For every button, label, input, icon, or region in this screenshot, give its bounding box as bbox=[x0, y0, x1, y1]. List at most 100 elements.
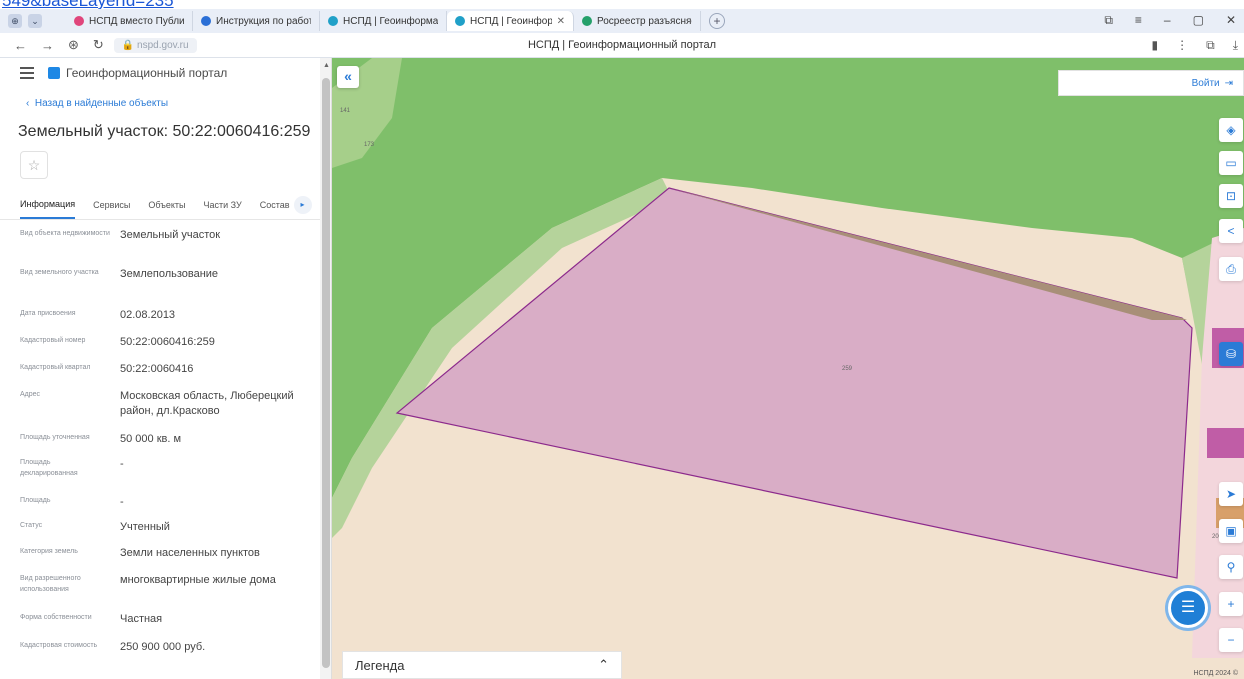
forward-arrow-icon[interactable]: → bbox=[41, 38, 54, 53]
browser-left-controls: ⊕ ⌄ bbox=[0, 14, 66, 28]
attribute-value: Учтенный bbox=[120, 521, 170, 533]
tab-objects[interactable]: Объекты bbox=[148, 192, 185, 218]
attribute-value: Московская область, Люберецкий район, дл… bbox=[120, 390, 294, 417]
sidebar-header: Геоинформационный портал bbox=[0, 58, 320, 88]
tab-parts[interactable]: Части ЗУ bbox=[204, 192, 242, 218]
download-icon[interactable]: ⤓ bbox=[1233, 38, 1238, 53]
browser-tab-active[interactable]: НСПД | Геоинформац ✕ bbox=[447, 11, 574, 31]
minimize-icon[interactable]: – bbox=[1164, 13, 1171, 28]
object-tabs: Информация Сервисы Объекты Части ЗУ Сост… bbox=[0, 190, 320, 220]
attribute-key: Кадастровая стоимость bbox=[20, 642, 98, 649]
attribute-value: - bbox=[120, 458, 124, 470]
geolocate-icon[interactable]: ➤ bbox=[1219, 482, 1243, 506]
login-label: Войти bbox=[1191, 77, 1220, 89]
tab-label: НСПД | Геоинформацион bbox=[343, 15, 438, 27]
url-text: nspd.gov.ru bbox=[137, 39, 189, 51]
zoom-out-button[interactable]: − bbox=[1219, 628, 1243, 652]
attribute-value: 50 000 кв. м bbox=[120, 433, 182, 445]
tab-label: Инструкция по работе с bbox=[216, 15, 311, 27]
new-tab-button[interactable]: + bbox=[709, 13, 725, 29]
chevron-updown-icon: ⌃ bbox=[598, 657, 609, 672]
map-layout-icon[interactable]: ▣ bbox=[1219, 519, 1243, 543]
chat-assistant-button[interactable]: ☰ bbox=[1168, 588, 1208, 628]
tab-favicon bbox=[582, 16, 592, 26]
zoom-in-button[interactable]: + bbox=[1219, 592, 1243, 616]
back-to-results-link[interactable]: ‹ Назад в найденные объекты bbox=[26, 98, 168, 109]
attribute-key: Адрес bbox=[20, 391, 41, 398]
legend-selector[interactable]: Легенда ⌃ bbox=[342, 651, 622, 679]
print-icon[interactable]: ⎙ bbox=[1219, 257, 1243, 281]
browser-tab[interactable]: НСПД | Геоинформацион bbox=[320, 11, 447, 31]
attribute-key: Площадь декларированная bbox=[20, 459, 78, 477]
attribute-key: Кадастровый квартал bbox=[20, 364, 91, 371]
tab-services[interactable]: Сервисы bbox=[93, 192, 130, 218]
address-bar: ← → ⊛ ↻ 🔒 nspd.gov.ru НСПД | Геоинформац… bbox=[0, 33, 1244, 58]
sidebar-scrollbar[interactable]: ▲ bbox=[320, 58, 331, 679]
hamburger-menu-icon[interactable] bbox=[20, 67, 34, 79]
layers-icon[interactable]: ◈ bbox=[1219, 118, 1243, 142]
protect-icon[interactable]: ⊛ bbox=[68, 37, 79, 53]
map-canvas[interactable]: 141 173 259 200 « Войти ⇥ ◈ ▭ ⊡ < ⎙ ⛁ ➤ ▣… bbox=[332, 58, 1244, 679]
collapse-sidebar-button[interactable]: « bbox=[337, 66, 359, 88]
building bbox=[1207, 428, 1244, 458]
close-window-icon[interactable]: ✕ bbox=[1226, 13, 1236, 28]
bookmark-icon[interactable]: ▮ bbox=[1152, 38, 1159, 53]
back-arrow-icon[interactable]: ← bbox=[14, 38, 27, 53]
tab-list-icon[interactable]: ⌄ bbox=[28, 14, 42, 28]
top-url-strip: 549&baseLayerId=235 bbox=[0, 0, 1244, 9]
back-link-label: Назад в найденные объекты bbox=[34, 98, 169, 109]
login-button[interactable]: Войти ⇥ bbox=[1058, 70, 1244, 96]
object-title: Земельный участок: 50:22:0060416:259 bbox=[18, 123, 311, 140]
attribute-key: Статус bbox=[20, 522, 43, 529]
map-label: 141 bbox=[340, 108, 351, 114]
attribute-key: Форма собственности bbox=[20, 614, 92, 621]
tabs-more-button[interactable]: ▸ bbox=[293, 195, 312, 214]
legend-label: Легенда bbox=[355, 657, 405, 673]
browser-tab-bar: ⊕ ⌄ НСПД вместо Публичной Инструкция по … bbox=[0, 9, 1244, 33]
window-controls: ⧉ ≡ – ▢ ✕ bbox=[1104, 13, 1236, 28]
tab-composition[interactable]: Состав bbox=[260, 192, 290, 218]
favorite-star-button[interactable]: ☆ bbox=[20, 151, 48, 179]
reload-icon[interactable]: ↻ bbox=[93, 37, 104, 53]
attribute-value: 50:22:0060416 bbox=[120, 363, 194, 375]
attribute-value: 250 900 000 руб. bbox=[120, 641, 206, 653]
map-label: 173 bbox=[364, 142, 375, 148]
tab-label: НСПД | Геоинформац bbox=[470, 15, 552, 27]
tab-favicon bbox=[455, 16, 465, 26]
maximize-icon[interactable]: ▢ bbox=[1193, 13, 1204, 28]
more-vertical-icon[interactable]: ⋮ bbox=[1176, 38, 1188, 53]
login-icon: ⇥ bbox=[1224, 77, 1233, 89]
basemap-icon[interactable]: ▭ bbox=[1219, 151, 1243, 175]
tab-favicon bbox=[201, 16, 211, 26]
tab-information[interactable]: Информация bbox=[20, 191, 76, 219]
browser-tab[interactable]: Росреестр разъясняет, ко bbox=[574, 11, 701, 31]
tab-close-icon[interactable]: ✕ bbox=[557, 16, 565, 27]
attribute-value: Земельный участок bbox=[120, 229, 221, 241]
browser-menu-icon[interactable]: ⊕ bbox=[8, 14, 22, 28]
extensions-icon[interactable]: ⧉ bbox=[1206, 38, 1215, 53]
tab-label: НСПД вместо Публичной bbox=[89, 15, 184, 27]
share-icon[interactable]: < bbox=[1219, 219, 1243, 243]
collections-icon[interactable]: ⧉ bbox=[1104, 13, 1113, 28]
attribute-key: Вид земельного участка bbox=[20, 269, 99, 276]
scrollbar-thumb[interactable] bbox=[322, 78, 330, 668]
pkk-service-icon[interactable]: ⛁ bbox=[1219, 342, 1243, 366]
app-title: Геоинформационный портал bbox=[66, 66, 228, 80]
attribute-value: 02.08.2013 bbox=[120, 309, 176, 321]
browser-tab[interactable]: Инструкция по работе с bbox=[193, 11, 320, 31]
scroll-up-icon[interactable]: ▲ bbox=[323, 62, 330, 69]
pin-icon[interactable]: ⚲ bbox=[1219, 555, 1243, 579]
attribute-value: 50:22:0060416:259 bbox=[120, 336, 215, 348]
attribute-value: Частная bbox=[120, 613, 163, 625]
attribute-key: Площадь bbox=[20, 497, 51, 504]
parcel-label: 259 bbox=[842, 366, 853, 372]
attribute-value: Землепользование bbox=[120, 268, 219, 280]
measure-icon[interactable]: ⊡ bbox=[1219, 184, 1243, 208]
sidebar: Геоинформационный портал ‹ Назад в найде… bbox=[0, 58, 332, 679]
attribute-value: Земли населенных пунктов bbox=[120, 547, 260, 559]
top-link[interactable]: 549&baseLayerId=235 bbox=[2, 0, 174, 9]
attribute-value: - bbox=[120, 496, 124, 508]
browser-tab[interactable]: НСПД вместо Публичной bbox=[66, 11, 193, 31]
url-field[interactable]: 🔒 nspd.gov.ru bbox=[113, 37, 197, 53]
menu-lines-icon[interactable]: ≡ bbox=[1135, 13, 1142, 28]
